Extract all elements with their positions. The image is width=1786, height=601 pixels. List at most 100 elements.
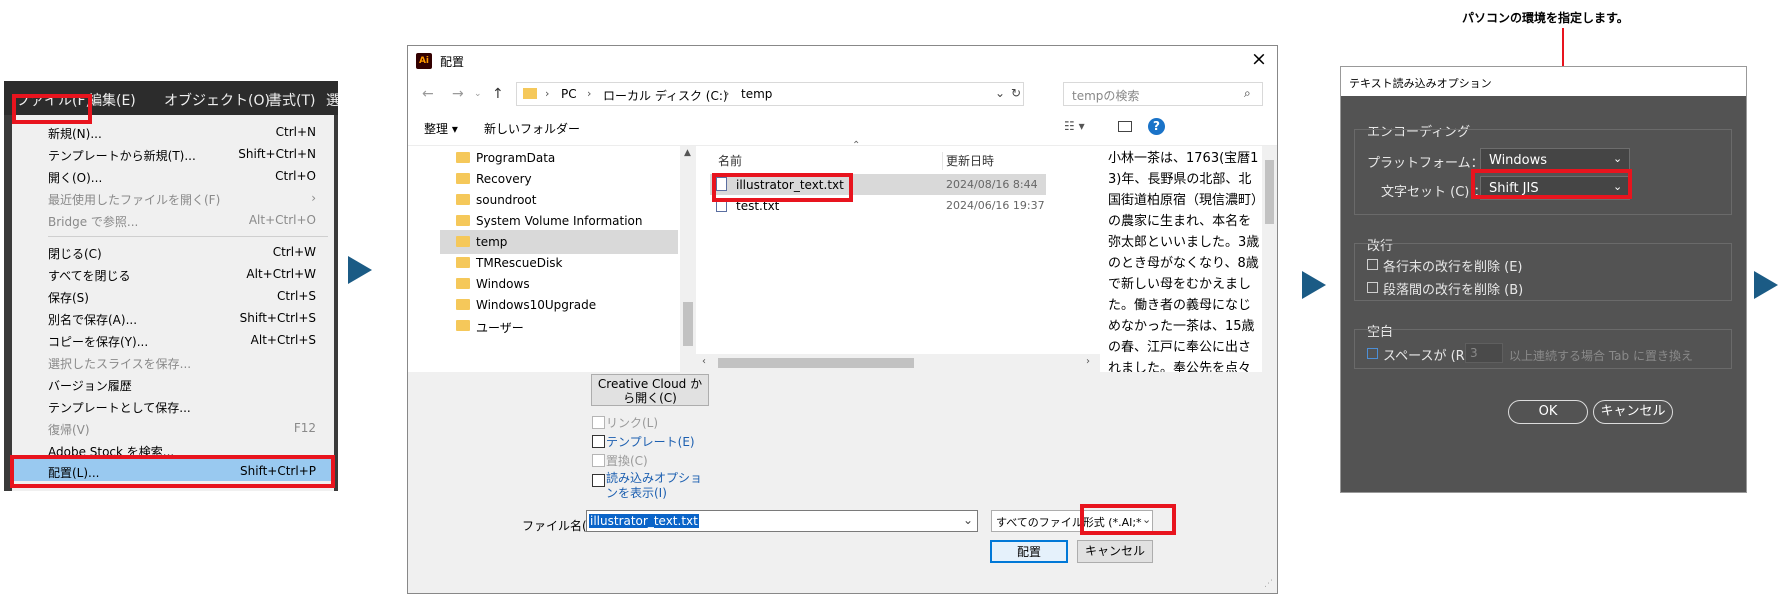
menu-item-save-as-template[interactable]: テンプレートとして保存... <box>12 395 334 417</box>
help-icon[interactable]: ? <box>1148 118 1165 135</box>
remove-para-label[interactable]: 段落間の改行を削除 (B) <box>1383 279 1523 298</box>
menu-edit[interactable]: 編集(E) <box>88 90 136 110</box>
column-date-header[interactable]: 更新日時 <box>946 152 994 169</box>
platform-select[interactable]: Windows ⌄ <box>1480 148 1630 172</box>
menu-item-new-from-template[interactable]: テンプレートから新規(T)... Shift+Ctrl+N <box>12 143 334 165</box>
new-folder-button[interactable]: 新しいフォルダー <box>484 120 580 137</box>
charset-select[interactable]: Shift JIS ⌄ <box>1480 176 1630 200</box>
cancel-button[interactable]: キャンセル <box>1593 400 1673 424</box>
scrollbar-thumb[interactable] <box>1265 160 1274 224</box>
filename-value: illustrator_text.txt <box>589 514 699 528</box>
show-import-options-label[interactable]: 読み込みオプションを表示(I) <box>606 471 710 501</box>
cancel-button[interactable]: キャンセル <box>1077 540 1153 563</box>
file-name: test.txt <box>736 199 780 213</box>
organize-button[interactable]: 整理 ▾ <box>424 120 458 137</box>
ok-button[interactable]: OK <box>1508 400 1588 424</box>
link-label: リンク(L) <box>606 416 659 430</box>
menu-item-place[interactable]: 配置(L)... Shift+Ctrl+P <box>12 459 334 481</box>
breadcrumb-separator-icon: › <box>725 87 730 100</box>
file-type-value: すべてのファイル形式 (*.AI;*.AIT;*.P <box>996 516 1152 529</box>
folder-icon <box>456 173 470 184</box>
space-label[interactable]: スペースが (R) <box>1383 345 1470 364</box>
file-row-illustrator-text[interactable]: illustrator_text.txt 2024/08/16 8:44 <box>710 174 1046 195</box>
search-box[interactable]: tempの検索 ⌕ <box>1063 82 1263 106</box>
menu-file[interactable]: ファイル(F) <box>16 90 91 110</box>
menu-item-open[interactable]: 開く(O)... Ctrl+O <box>12 165 334 187</box>
menu-item-new[interactable]: 新規(N)... Ctrl+N <box>12 121 334 143</box>
place-button[interactable]: 配置 <box>990 540 1068 563</box>
menu-item-save-copy[interactable]: コピーを保存(Y)... Alt+Ctrl+S <box>12 329 334 351</box>
menu-item-close-all[interactable]: すべてを閉じる Alt+Ctrl+W <box>12 263 334 285</box>
arrow-icon <box>1302 271 1326 299</box>
menu-item-save-as[interactable]: 別名で保存(A)... Shift+Ctrl+S <box>12 307 334 329</box>
nav-item-users[interactable]: ユーザー <box>448 314 670 338</box>
template-checkbox[interactable] <box>592 435 605 448</box>
remove-eol-label[interactable]: 各行末の改行を削除 (E) <box>1383 256 1523 275</box>
scrollbar-thumb[interactable] <box>683 302 693 346</box>
scroll-up-icon[interactable]: ▲ <box>684 148 691 158</box>
refresh-icon[interactable]: ↻ <box>1011 86 1021 100</box>
file-menu-panel: ファイル(F) 編集(E) オブジェクト(O) 書式(T) 選 新規(N)...… <box>4 81 338 491</box>
chevron-down-icon[interactable]: ⌄ <box>1142 513 1152 531</box>
menu-right-edge <box>334 115 338 491</box>
folder-icon <box>456 278 470 289</box>
dialog-title: 配置 <box>440 55 465 69</box>
column-name-header[interactable]: 名前 <box>718 152 742 169</box>
dialog-title-bar: Ai 配置 × <box>408 46 1277 76</box>
preview-pane-icon[interactable] <box>1118 121 1132 132</box>
sort-ascending-icon: ⌃ <box>852 140 861 151</box>
file-row-test[interactable]: test.txt 2024/06/16 19:37 <box>710 195 1046 216</box>
breadcrumb-local-disk[interactable]: ローカル ディスク (C:) <box>603 87 728 104</box>
horizontal-scrollbar[interactable]: ‹ › <box>696 354 1100 372</box>
folder-icon <box>523 88 537 99</box>
chevron-down-icon[interactable]: ⌄ <box>995 86 1005 100</box>
show-import-options-checkbox[interactable] <box>592 474 605 487</box>
menu-type[interactable]: 書式(T) <box>268 90 315 110</box>
menu-item-open-recent: 最近使用したファイルを開く(F) › <box>48 191 316 207</box>
close-icon[interactable]: × <box>1251 48 1267 70</box>
replace-checkbox <box>592 454 605 467</box>
arrow-icon <box>348 256 372 284</box>
creative-cloud-open-button[interactable]: Creative Cloud から開く(C) <box>591 374 709 406</box>
file-list-pane: ⌃ 名前 更新日時 illustrator_text.txt 2024/08/1… <box>696 140 1100 372</box>
history-dropdown-icon[interactable]: ⌄ <box>474 89 482 99</box>
address-bar[interactable]: › PC › ローカル ディスク (C:) › temp ⌄ ↻ <box>516 82 1024 106</box>
preview-scrollbar[interactable] <box>1262 146 1277 372</box>
remove-para-checkbox[interactable] <box>1367 282 1378 293</box>
menu-item-save[interactable]: 保存(S) Ctrl+S <box>12 285 334 307</box>
folder-icon <box>456 215 470 226</box>
breadcrumb-separator-icon: › <box>545 87 550 100</box>
dialog-toolbar: 整理 ▾ 新しいフォルダー ☷ ▾ ? <box>408 110 1277 146</box>
menu-separator <box>48 236 328 237</box>
menu-item-version-history[interactable]: バージョン履歴 <box>12 373 334 395</box>
dialog-lower-area: Creative Cloud から開く(C) リンク(L) テンプレート(E) … <box>408 372 1277 593</box>
view-options-icon[interactable]: ☷ ▾ <box>1064 119 1085 133</box>
back-arrow-icon[interactable]: ← <box>422 86 434 102</box>
scrollbar-thumb[interactable] <box>718 358 914 368</box>
breadcrumb-temp[interactable]: temp <box>741 87 772 101</box>
nav-scrollbar[interactable]: ▲ <box>680 146 696 372</box>
resize-grip-icon[interactable]: ⋰ <box>1264 579 1273 589</box>
space-checkbox[interactable] <box>1367 348 1378 359</box>
menu-item-close[interactable]: 閉じる(C) Ctrl+W <box>12 241 334 263</box>
space-count-input: 3 <box>1465 343 1503 363</box>
replace-label: 置換(C) <box>606 454 648 468</box>
scroll-left-icon[interactable]: ‹ <box>702 356 706 367</box>
scroll-right-icon[interactable]: › <box>1086 356 1090 367</box>
chevron-down-icon[interactable]: ⌄ <box>963 513 973 527</box>
menu-item-browse-in-bridge: Bridge で参照... Alt+Ctrl+O <box>48 213 316 229</box>
menu-object[interactable]: オブジェクト(O) <box>164 90 270 110</box>
encoding-group <box>1354 129 1732 215</box>
forward-arrow-icon[interactable]: → <box>452 86 464 102</box>
search-icon: ⌕ <box>1244 86 1251 100</box>
remove-eol-checkbox[interactable] <box>1367 259 1378 270</box>
breadcrumb-pc[interactable]: PC <box>561 87 577 101</box>
filename-input[interactable]: illustrator_text.txt ⌄ <box>586 510 978 532</box>
template-label[interactable]: テンプレート(E) <box>606 433 695 450</box>
menu-item-search-adobe-stock[interactable]: Adobe Stock を検索... <box>12 439 334 461</box>
menu-bar: ファイル(F) 編集(E) オブジェクト(O) 書式(T) 選 <box>4 81 338 115</box>
menu-select[interactable]: 選 <box>326 90 338 110</box>
up-arrow-icon[interactable]: ↑ <box>492 86 504 102</box>
file-type-select[interactable]: すべてのファイル形式 (*.AI;*.AIT;*.P ⌄ <box>991 510 1153 532</box>
chevron-down-icon: ⌄ <box>1613 180 1623 193</box>
